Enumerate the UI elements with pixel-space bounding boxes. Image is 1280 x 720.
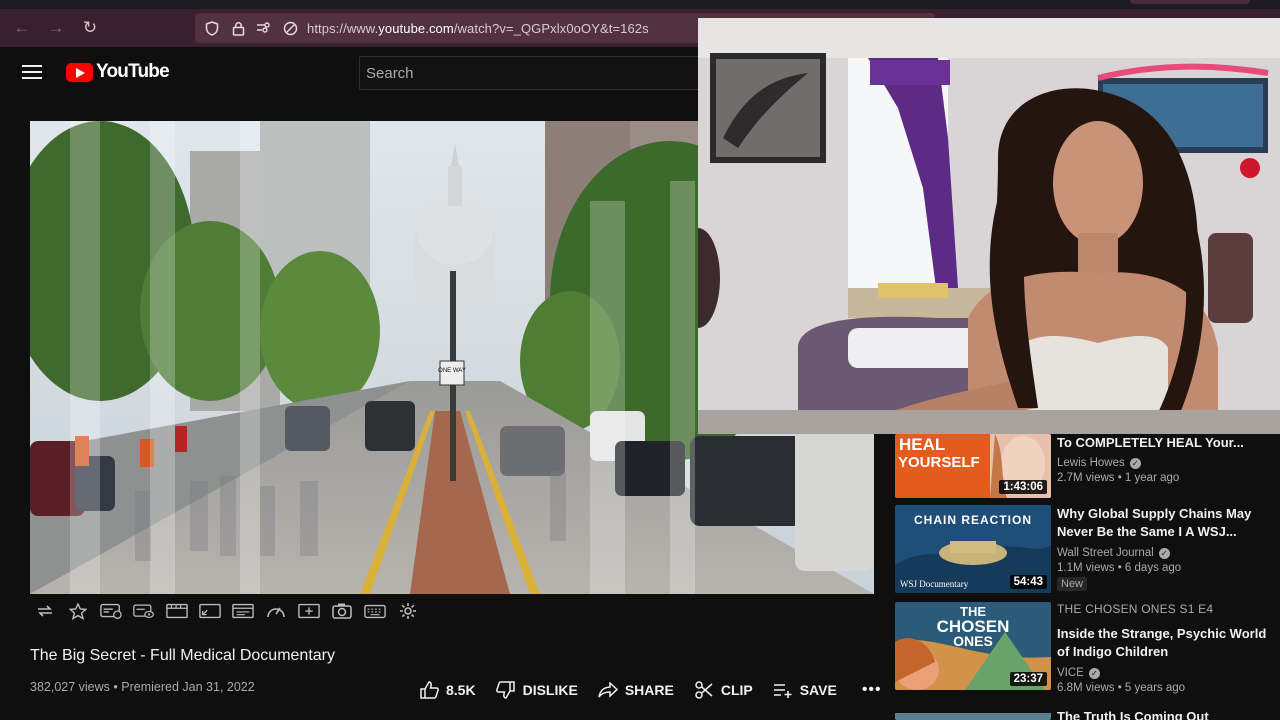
clip-button[interactable]: CLIP	[694, 680, 753, 700]
keyboard-icon[interactable]	[364, 600, 386, 622]
screenshot-icon[interactable]	[331, 600, 353, 622]
video-actions: 8.5K DISLIKE SHARE CLIP SAVE •••	[419, 678, 882, 702]
youtube-logo-text: YouTube	[96, 61, 170, 82]
recommended-video[interactable]: The Truth Is Coming Out	[895, 710, 1280, 720]
channel-name[interactable]: Lewis Howes ✓	[1057, 457, 1280, 469]
video-info: THE CHOSEN ONES S1 E4 Inside the Strange…	[1057, 602, 1280, 694]
video-title[interactable]: Why Global Supply Chains May Never Be th…	[1057, 505, 1280, 541]
hamburger-menu-icon[interactable]	[22, 65, 42, 79]
video-info: To COMPLETELY HEAL Your... Lewis Howes ✓…	[1057, 434, 1280, 484]
video-meta: 382,027 views • Premiered Jan 31, 2022	[30, 680, 255, 694]
lock-icon[interactable]	[229, 19, 247, 37]
verified-check-icon: ✓	[1088, 667, 1100, 679]
like-button[interactable]: 8.5K	[419, 680, 476, 700]
dislike-button[interactable]: DISLIKE	[496, 680, 578, 700]
video-stats: 1.1M views • 6 days ago	[1057, 562, 1182, 574]
browser-tab-strip	[0, 0, 1280, 9]
save-label: SAVE	[799, 682, 837, 698]
video-duration: 23:37	[1009, 672, 1047, 686]
video-duration: 54:43	[1009, 575, 1047, 589]
clip-label: CLIP	[720, 682, 753, 698]
video-thumbnail[interactable]: CHAIN REACTION WSJ Documentary 54:43	[895, 505, 1051, 593]
recommended-video[interactable]: CHAIN REACTION WSJ Documentary 54:43 Why…	[895, 505, 1280, 597]
thumbnail-text: WSJ Documentary	[900, 579, 969, 589]
captions-icon[interactable]	[232, 600, 254, 622]
thumbnail-text: HEAL	[899, 435, 946, 454]
video-info: The Truth Is Coming Out	[1057, 710, 1280, 720]
thumbnail-text: ONES	[953, 633, 993, 649]
video-stats: 6.8M views • 5 years ago	[1057, 682, 1186, 694]
verified-check-icon: ✓	[1158, 547, 1170, 559]
star-icon[interactable]	[67, 600, 89, 622]
video-title[interactable]: The Truth Is Coming Out	[1057, 710, 1280, 720]
cinema-mode-icon[interactable]	[166, 600, 188, 622]
thumbnail-text: YOURSELF	[898, 454, 980, 471]
reload-icon[interactable]: ↻	[73, 13, 107, 43]
video-title[interactable]: Inside the Strange, Psychic World of Ind…	[1057, 625, 1280, 661]
back-icon[interactable]: ←	[5, 13, 39, 43]
save-button[interactable]: SAVE	[773, 680, 837, 700]
playlist-add-icon	[773, 680, 793, 700]
video-title: The Big Secret - Full Medical Documentar…	[30, 647, 335, 664]
recommended-video[interactable]: THE CHOSEN ONES 23:37 THE CHOSEN ONES S1…	[895, 602, 1280, 694]
video-thumbnail[interactable]: THE CHOSEN ONES 23:37	[895, 602, 1051, 690]
shield-icon[interactable]	[203, 19, 221, 37]
browser-tab[interactable]	[1130, 0, 1250, 4]
view-count: 382,027 views	[30, 680, 110, 694]
settings-gear-icon[interactable]	[397, 600, 419, 622]
player-extension-toolbar	[34, 598, 419, 624]
one-way-sign: ONE WAY	[438, 368, 466, 374]
share-label: SHARE	[624, 682, 674, 698]
share-button[interactable]: SHARE	[598, 680, 674, 700]
search-input[interactable]: Search	[359, 56, 704, 90]
new-badge: New	[1057, 577, 1088, 591]
channel-name[interactable]: Wall Street Journal ✓	[1057, 547, 1280, 559]
webcam-overlay	[698, 18, 1280, 434]
screen-view-icon[interactable]	[133, 600, 155, 622]
verified-check-icon: ✓	[1129, 457, 1141, 469]
video-duration: 1:43:06	[999, 480, 1047, 494]
thumbs-up-icon	[419, 680, 439, 700]
add-to-queue-icon[interactable]	[298, 600, 320, 622]
video-thumbnail[interactable]	[895, 710, 1051, 720]
playback-speed-icon[interactable]	[265, 600, 287, 622]
url-text[interactable]: https://www.youtube.com/watch?v=_QGPxlx0…	[307, 21, 649, 36]
mini-player-icon[interactable]	[199, 600, 221, 622]
meta-separator: •	[113, 680, 118, 694]
scissors-icon	[694, 680, 714, 700]
like-count: 8.5K	[446, 682, 476, 698]
video-title[interactable]: To COMPLETELY HEAL Your...	[1057, 434, 1280, 452]
thumbnail-text: CHAIN REACTION	[914, 513, 1032, 527]
series-label[interactable]: THE CHOSEN ONES S1 E4	[1057, 602, 1280, 616]
video-info: Why Global Supply Chains May Never Be th…	[1057, 505, 1280, 592]
youtube-logo[interactable]: YouTube	[66, 61, 170, 83]
premiere-date: Premiered Jan 31, 2022	[121, 680, 255, 694]
loop-icon[interactable]	[34, 600, 56, 622]
channel-name[interactable]: VICE ✓	[1057, 667, 1280, 679]
dislike-label: DISLIKE	[522, 682, 578, 698]
forward-icon[interactable]: →	[39, 13, 73, 43]
youtube-play-icon	[66, 62, 93, 82]
thumbs-down-icon	[496, 680, 516, 700]
more-actions-icon[interactable]: •••	[862, 681, 882, 699]
video-stats: 2.7M views • 1 year ago	[1057, 472, 1180, 484]
hide-captions-icon[interactable]	[100, 600, 122, 622]
autoplay-blocked-icon[interactable]	[281, 19, 299, 37]
share-arrow-icon	[598, 680, 618, 700]
permissions-icon[interactable]	[255, 19, 273, 37]
video-thumbnail[interactable]: HEAL YOURSELF 1:43:06	[895, 434, 1051, 498]
